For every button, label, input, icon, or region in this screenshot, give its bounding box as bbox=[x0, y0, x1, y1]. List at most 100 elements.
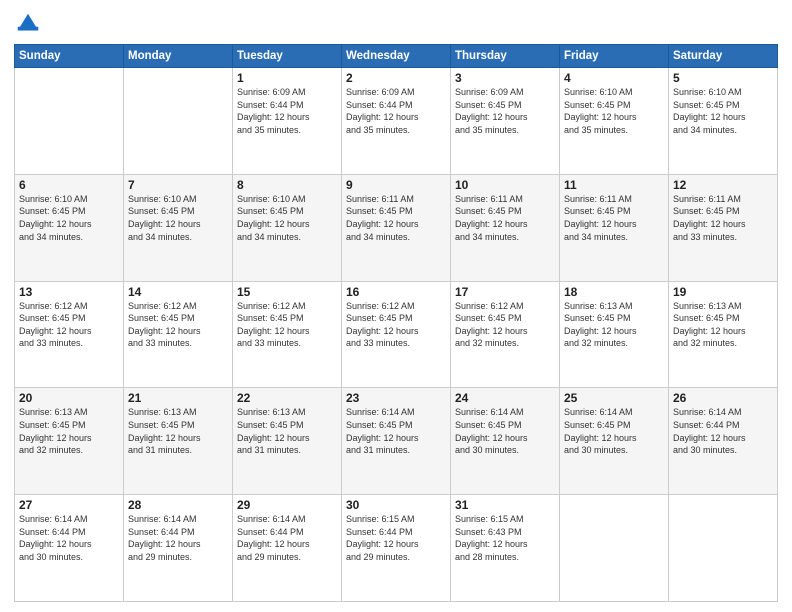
day-number: 16 bbox=[346, 285, 446, 299]
day-info: Sunrise: 6:15 AM Sunset: 6:44 PM Dayligh… bbox=[346, 513, 446, 563]
calendar-cell: 6Sunrise: 6:10 AM Sunset: 6:45 PM Daylig… bbox=[15, 174, 124, 281]
calendar-cell bbox=[15, 68, 124, 175]
calendar-week-3: 13Sunrise: 6:12 AM Sunset: 6:45 PM Dayli… bbox=[15, 281, 778, 388]
day-info: Sunrise: 6:12 AM Sunset: 6:45 PM Dayligh… bbox=[237, 300, 337, 350]
calendar-cell: 29Sunrise: 6:14 AM Sunset: 6:44 PM Dayli… bbox=[233, 495, 342, 602]
day-info: Sunrise: 6:11 AM Sunset: 6:45 PM Dayligh… bbox=[673, 193, 773, 243]
calendar-cell: 3Sunrise: 6:09 AM Sunset: 6:45 PM Daylig… bbox=[451, 68, 560, 175]
day-number: 13 bbox=[19, 285, 119, 299]
calendar-cell: 17Sunrise: 6:12 AM Sunset: 6:45 PM Dayli… bbox=[451, 281, 560, 388]
day-info: Sunrise: 6:13 AM Sunset: 6:45 PM Dayligh… bbox=[128, 406, 228, 456]
calendar-cell bbox=[669, 495, 778, 602]
day-number: 10 bbox=[455, 178, 555, 192]
calendar-cell: 8Sunrise: 6:10 AM Sunset: 6:45 PM Daylig… bbox=[233, 174, 342, 281]
day-number: 3 bbox=[455, 71, 555, 85]
calendar-cell: 11Sunrise: 6:11 AM Sunset: 6:45 PM Dayli… bbox=[560, 174, 669, 281]
calendar-cell: 7Sunrise: 6:10 AM Sunset: 6:45 PM Daylig… bbox=[124, 174, 233, 281]
day-info: Sunrise: 6:10 AM Sunset: 6:45 PM Dayligh… bbox=[19, 193, 119, 243]
day-info: Sunrise: 6:10 AM Sunset: 6:45 PM Dayligh… bbox=[128, 193, 228, 243]
day-info: Sunrise: 6:10 AM Sunset: 6:45 PM Dayligh… bbox=[237, 193, 337, 243]
day-info: Sunrise: 6:12 AM Sunset: 6:45 PM Dayligh… bbox=[19, 300, 119, 350]
calendar-cell: 24Sunrise: 6:14 AM Sunset: 6:45 PM Dayli… bbox=[451, 388, 560, 495]
day-number: 21 bbox=[128, 391, 228, 405]
weekday-header-sunday: Sunday bbox=[15, 45, 124, 68]
calendar-cell: 13Sunrise: 6:12 AM Sunset: 6:45 PM Dayli… bbox=[15, 281, 124, 388]
day-info: Sunrise: 6:13 AM Sunset: 6:45 PM Dayligh… bbox=[564, 300, 664, 350]
calendar-cell: 27Sunrise: 6:14 AM Sunset: 6:44 PM Dayli… bbox=[15, 495, 124, 602]
day-number: 20 bbox=[19, 391, 119, 405]
calendar-cell: 31Sunrise: 6:15 AM Sunset: 6:43 PM Dayli… bbox=[451, 495, 560, 602]
calendar-cell: 23Sunrise: 6:14 AM Sunset: 6:45 PM Dayli… bbox=[342, 388, 451, 495]
calendar-header: SundayMondayTuesdayWednesdayThursdayFrid… bbox=[15, 45, 778, 68]
day-info: Sunrise: 6:10 AM Sunset: 6:45 PM Dayligh… bbox=[673, 86, 773, 136]
day-info: Sunrise: 6:09 AM Sunset: 6:45 PM Dayligh… bbox=[455, 86, 555, 136]
calendar-cell: 2Sunrise: 6:09 AM Sunset: 6:44 PM Daylig… bbox=[342, 68, 451, 175]
day-info: Sunrise: 6:14 AM Sunset: 6:44 PM Dayligh… bbox=[237, 513, 337, 563]
calendar-cell: 20Sunrise: 6:13 AM Sunset: 6:45 PM Dayli… bbox=[15, 388, 124, 495]
day-info: Sunrise: 6:12 AM Sunset: 6:45 PM Dayligh… bbox=[128, 300, 228, 350]
calendar-cell: 15Sunrise: 6:12 AM Sunset: 6:45 PM Dayli… bbox=[233, 281, 342, 388]
calendar-cell: 14Sunrise: 6:12 AM Sunset: 6:45 PM Dayli… bbox=[124, 281, 233, 388]
day-number: 26 bbox=[673, 391, 773, 405]
day-number: 19 bbox=[673, 285, 773, 299]
weekday-header-wednesday: Wednesday bbox=[342, 45, 451, 68]
calendar: SundayMondayTuesdayWednesdayThursdayFrid… bbox=[14, 44, 778, 602]
day-info: Sunrise: 6:10 AM Sunset: 6:45 PM Dayligh… bbox=[564, 86, 664, 136]
calendar-cell: 18Sunrise: 6:13 AM Sunset: 6:45 PM Dayli… bbox=[560, 281, 669, 388]
calendar-cell: 28Sunrise: 6:14 AM Sunset: 6:44 PM Dayli… bbox=[124, 495, 233, 602]
day-info: Sunrise: 6:09 AM Sunset: 6:44 PM Dayligh… bbox=[237, 86, 337, 136]
calendar-cell bbox=[560, 495, 669, 602]
logo bbox=[14, 10, 46, 38]
day-number: 1 bbox=[237, 71, 337, 85]
calendar-week-5: 27Sunrise: 6:14 AM Sunset: 6:44 PM Dayli… bbox=[15, 495, 778, 602]
calendar-cell: 10Sunrise: 6:11 AM Sunset: 6:45 PM Dayli… bbox=[451, 174, 560, 281]
day-info: Sunrise: 6:15 AM Sunset: 6:43 PM Dayligh… bbox=[455, 513, 555, 563]
day-info: Sunrise: 6:11 AM Sunset: 6:45 PM Dayligh… bbox=[564, 193, 664, 243]
calendar-week-2: 6Sunrise: 6:10 AM Sunset: 6:45 PM Daylig… bbox=[15, 174, 778, 281]
day-number: 4 bbox=[564, 71, 664, 85]
day-number: 23 bbox=[346, 391, 446, 405]
calendar-cell: 5Sunrise: 6:10 AM Sunset: 6:45 PM Daylig… bbox=[669, 68, 778, 175]
calendar-cell bbox=[124, 68, 233, 175]
day-info: Sunrise: 6:12 AM Sunset: 6:45 PM Dayligh… bbox=[346, 300, 446, 350]
weekday-header-tuesday: Tuesday bbox=[233, 45, 342, 68]
day-number: 2 bbox=[346, 71, 446, 85]
day-info: Sunrise: 6:14 AM Sunset: 6:44 PM Dayligh… bbox=[128, 513, 228, 563]
calendar-body: 1Sunrise: 6:09 AM Sunset: 6:44 PM Daylig… bbox=[15, 68, 778, 602]
header bbox=[14, 10, 778, 38]
day-info: Sunrise: 6:12 AM Sunset: 6:45 PM Dayligh… bbox=[455, 300, 555, 350]
calendar-week-4: 20Sunrise: 6:13 AM Sunset: 6:45 PM Dayli… bbox=[15, 388, 778, 495]
calendar-cell: 4Sunrise: 6:10 AM Sunset: 6:45 PM Daylig… bbox=[560, 68, 669, 175]
calendar-cell: 26Sunrise: 6:14 AM Sunset: 6:44 PM Dayli… bbox=[669, 388, 778, 495]
calendar-cell: 19Sunrise: 6:13 AM Sunset: 6:45 PM Dayli… bbox=[669, 281, 778, 388]
day-info: Sunrise: 6:14 AM Sunset: 6:44 PM Dayligh… bbox=[19, 513, 119, 563]
day-info: Sunrise: 6:09 AM Sunset: 6:44 PM Dayligh… bbox=[346, 86, 446, 136]
calendar-cell: 30Sunrise: 6:15 AM Sunset: 6:44 PM Dayli… bbox=[342, 495, 451, 602]
day-number: 5 bbox=[673, 71, 773, 85]
calendar-cell: 25Sunrise: 6:14 AM Sunset: 6:45 PM Dayli… bbox=[560, 388, 669, 495]
day-info: Sunrise: 6:13 AM Sunset: 6:45 PM Dayligh… bbox=[19, 406, 119, 456]
calendar-cell: 1Sunrise: 6:09 AM Sunset: 6:44 PM Daylig… bbox=[233, 68, 342, 175]
day-info: Sunrise: 6:14 AM Sunset: 6:44 PM Dayligh… bbox=[673, 406, 773, 456]
day-number: 8 bbox=[237, 178, 337, 192]
weekday-header-thursday: Thursday bbox=[451, 45, 560, 68]
weekday-row: SundayMondayTuesdayWednesdayThursdayFrid… bbox=[15, 45, 778, 68]
weekday-header-friday: Friday bbox=[560, 45, 669, 68]
day-number: 28 bbox=[128, 498, 228, 512]
day-number: 25 bbox=[564, 391, 664, 405]
page: SundayMondayTuesdayWednesdayThursdayFrid… bbox=[0, 0, 792, 612]
day-number: 15 bbox=[237, 285, 337, 299]
day-number: 31 bbox=[455, 498, 555, 512]
logo-icon bbox=[14, 10, 42, 38]
day-number: 18 bbox=[564, 285, 664, 299]
day-number: 17 bbox=[455, 285, 555, 299]
calendar-cell: 9Sunrise: 6:11 AM Sunset: 6:45 PM Daylig… bbox=[342, 174, 451, 281]
day-number: 30 bbox=[346, 498, 446, 512]
day-number: 6 bbox=[19, 178, 119, 192]
day-info: Sunrise: 6:13 AM Sunset: 6:45 PM Dayligh… bbox=[673, 300, 773, 350]
day-number: 22 bbox=[237, 391, 337, 405]
calendar-cell: 22Sunrise: 6:13 AM Sunset: 6:45 PM Dayli… bbox=[233, 388, 342, 495]
day-info: Sunrise: 6:13 AM Sunset: 6:45 PM Dayligh… bbox=[237, 406, 337, 456]
calendar-cell: 16Sunrise: 6:12 AM Sunset: 6:45 PM Dayli… bbox=[342, 281, 451, 388]
day-number: 12 bbox=[673, 178, 773, 192]
